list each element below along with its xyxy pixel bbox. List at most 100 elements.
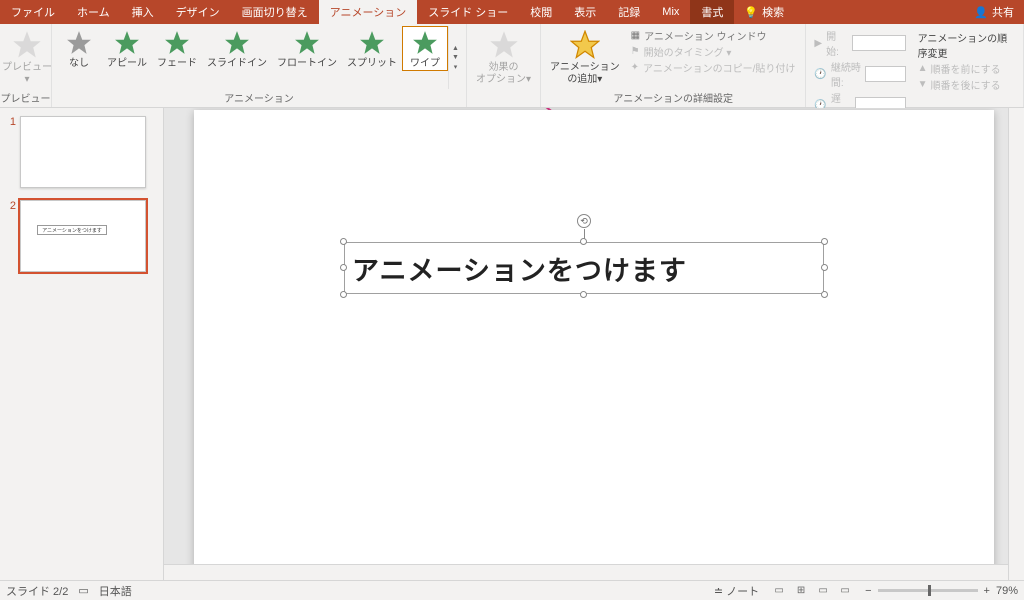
tab-slideshow[interactable]: スライド ショー [417, 0, 519, 24]
resize-handle-t[interactable] [580, 238, 587, 245]
up-arrow-icon: ▲ [918, 63, 928, 74]
resize-handle-r[interactable] [821, 264, 828, 271]
thumbnail-2-preview[interactable]: アニメーションをつけます [20, 200, 146, 272]
thumbnail-1-preview[interactable] [20, 116, 146, 188]
thumbnail-1[interactable]: 1 [6, 116, 157, 188]
chevron-down-icon: ▼ [452, 54, 459, 61]
reorder-title: アニメーションの順序変更 [918, 30, 1009, 60]
vertical-scrollbar[interactable] [1008, 108, 1024, 580]
anim-slidein-button[interactable]: スライドイン [202, 26, 272, 71]
horizontal-scrollbar[interactable] [164, 564, 1008, 580]
selected-textbox[interactable]: ⟲ アニメーションをつけます [344, 242, 824, 294]
anim-appear-label: アピール [107, 58, 147, 70]
thumbnail-2-textbox: アニメーションをつけます [37, 225, 107, 235]
anim-wipe-label: ワイプ [410, 58, 440, 70]
anim-wipe-button[interactable]: ワイプ [402, 26, 448, 71]
share-button[interactable]: 👤 共有 [964, 0, 1024, 24]
tab-review[interactable]: 校閲 [519, 0, 563, 24]
spellcheck-icon[interactable]: ▭ [78, 584, 88, 597]
trigger-icon: ⚑ [631, 46, 640, 57]
resize-handle-bl[interactable] [340, 291, 347, 298]
slide-thumbnails-panel[interactable]: 1 2 アニメーションをつけます [0, 108, 164, 580]
down-arrow-icon: ▼ [918, 79, 928, 90]
zoom-out-button[interactable]: − [865, 585, 871, 597]
tab-record[interactable]: 記録 [607, 0, 651, 24]
effect-options-label: 効果の オプション▾ [476, 62, 531, 85]
anim-split-button[interactable]: スプリット [342, 26, 402, 71]
textbox-text[interactable]: アニメーションをつけます [344, 242, 824, 294]
animation-pane-button[interactable]: ▦アニメーション ウィンドウ [631, 28, 796, 43]
zoom-in-button[interactable]: + [984, 585, 990, 597]
group-effect-options: 効果の オプション▾ [467, 24, 541, 107]
status-bar: スライド 2/2 ▭ 日本語 ≐ ノート ▭ ⊞ ▭ ▭ − + 79% [0, 580, 1024, 600]
tab-transitions[interactable]: 画面切り替え [231, 0, 319, 24]
anim-split-label: スプリット [347, 58, 397, 70]
resize-handle-l[interactable] [340, 264, 347, 271]
tab-format[interactable]: 書式 [690, 0, 734, 24]
preview-button[interactable]: プレビュー ▾ [4, 26, 50, 86]
tab-mix[interactable]: Mix [651, 0, 690, 24]
zoom-slider[interactable] [878, 589, 978, 592]
timing-start-field[interactable] [852, 35, 906, 51]
timing-start-label: 開始: [826, 28, 848, 58]
view-reading-button[interactable]: ▭ [813, 583, 833, 599]
anim-none-label: なし [69, 58, 89, 70]
anim-none-button[interactable]: なし [56, 26, 102, 71]
anim-fade-button[interactable]: フェード [152, 26, 202, 71]
anim-fade-label: フェード [157, 58, 197, 70]
rotate-handle[interactable]: ⟲ [577, 214, 591, 228]
notes-button[interactable]: ≐ ノート [714, 583, 759, 599]
resize-handle-b[interactable] [580, 291, 587, 298]
slide-canvas[interactable]: ⟲ アニメーションをつけます [194, 110, 994, 570]
zoom-control: − + 79% [865, 585, 1018, 597]
pane-icon: ▦ [631, 30, 640, 41]
group-animation-label: アニメーション [52, 89, 466, 107]
tell-me-label: 検索 [762, 4, 784, 20]
ribbon: プレビュー ▾ プレビュー なしアピールフェードスライドインフロートインスプリッ… [0, 24, 1024, 108]
reorder-earlier-button[interactable]: ▲順番を前にする [918, 61, 1009, 76]
tab-home[interactable]: ホーム [66, 0, 121, 24]
resize-handle-tl[interactable] [340, 238, 347, 245]
timing-duration-field[interactable] [865, 66, 905, 82]
anim-slidein-label: スライドイン [207, 58, 267, 70]
share-label: 共有 [992, 4, 1014, 20]
add-animation-button[interactable]: アニメーション の追加▾ [545, 26, 625, 86]
reorder-later-button[interactable]: ▼順番を後にする [918, 77, 1009, 92]
effect-options-button[interactable]: 効果の オプション▾ [471, 26, 536, 86]
workspace: 1 2 アニメーションをつけます クリックする ⟲ アニメーションをつけます [0, 108, 1024, 580]
view-slideshow-button[interactable]: ▭ [835, 583, 855, 599]
lightbulb-icon: 💡 [744, 6, 758, 19]
tell-me-search[interactable]: 💡 検索 [734, 0, 794, 24]
resize-handle-tr[interactable] [821, 238, 828, 245]
tab-file[interactable]: ファイル [0, 0, 66, 24]
animation-gallery-more[interactable]: ▲▼▾ [448, 26, 462, 89]
tab-bar: ファイル ホーム 挿入 デザイン 画面切り替え アニメーション スライド ショー… [0, 0, 1024, 24]
zoom-value[interactable]: 79% [996, 585, 1018, 597]
resize-handle-br[interactable] [821, 291, 828, 298]
slide-editor[interactable]: クリックする ⟲ アニメーションをつけます [164, 108, 1024, 580]
expand-icon: ▾ [454, 63, 458, 71]
tab-insert[interactable]: 挿入 [121, 0, 165, 24]
thumbnail-2[interactable]: 2 アニメーションをつけます [6, 200, 157, 272]
timing-duration-label: 継続時間: [831, 59, 861, 89]
anim-appear-button[interactable]: アピール [102, 26, 152, 71]
animation-gallery: なしアピールフェードスライドインフロートインスプリットワイプ▲▼▾ [52, 24, 466, 89]
view-normal-button[interactable]: ▭ [769, 583, 789, 599]
view-sorter-button[interactable]: ⊞ [791, 583, 811, 599]
group-advanced-label: アニメーションの詳細設定 [541, 89, 805, 107]
status-slide-number: スライド 2/2 [6, 583, 68, 599]
group-advanced-animation: アニメーション の追加▾ ▦アニメーション ウィンドウ ⚑開始のタイミング ▾ … [541, 24, 806, 107]
tab-view[interactable]: 表示 [563, 0, 607, 24]
anim-floatin-button[interactable]: フロートイン [272, 26, 342, 71]
tab-design[interactable]: デザイン [165, 0, 231, 24]
view-buttons: ▭ ⊞ ▭ ▭ [769, 583, 855, 599]
clock-icon: 🕐 [814, 69, 826, 80]
anim-floatin-label: フロートイン [277, 58, 337, 70]
trigger-button[interactable]: ⚑開始のタイミング ▾ [631, 44, 796, 59]
status-language[interactable]: 日本語 [99, 583, 132, 599]
group-animation-gallery: なしアピールフェードスライドインフロートインスプリットワイプ▲▼▾ アニメーショ… [52, 24, 467, 107]
animation-painter-button[interactable]: ✦アニメーションのコピー/貼り付け [631, 60, 796, 75]
group-timing: ▶開始: 🕐継続時間: 🕐遅延: アニメーションの順序変更 ▲順番を前にする ▼… [806, 24, 1024, 107]
tab-animations[interactable]: アニメーション [319, 0, 418, 24]
add-animation-label: アニメーション の追加▾ [550, 62, 620, 85]
